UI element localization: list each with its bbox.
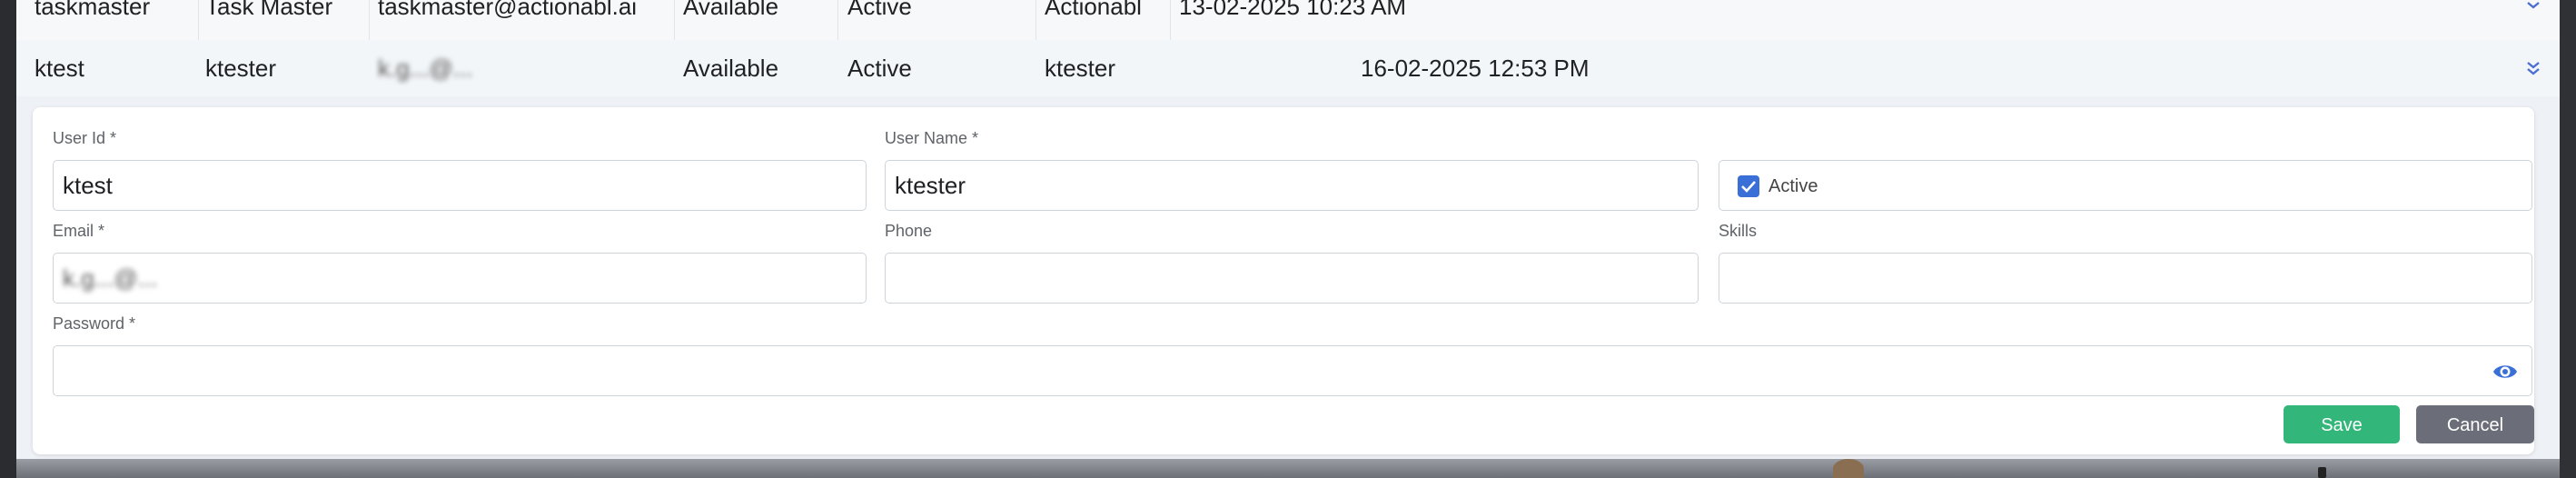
cancel-button[interactable]: Cancel [2416,405,2534,443]
edit-user-form: User Id * ktest User Name * ktester Acti… [33,107,2534,454]
more-icon [2318,467,2326,478]
cell-email: taskmaster@actionabl.ai [378,0,638,20]
cell-email: k.g...@... [378,55,473,82]
save-button[interactable]: Save [2284,405,2400,443]
table-row-expanded[interactable]: ktest ktester k.g...@... Available Activ… [16,40,2560,96]
check-icon [1741,181,1756,193]
chevron-double-down-icon[interactable] [2523,0,2543,15]
cell-user-name: ktester [205,55,277,82]
avatar [1833,459,1864,478]
active-label: Active [1769,176,1818,196]
eye-icon[interactable] [2492,359,2519,384]
right-edge [2560,0,2576,478]
email-value: k.g...@... [63,264,158,292]
chevron-double-down-icon[interactable] [2523,58,2543,78]
cell-status: Active [847,55,912,82]
cell-user-name: Task Master [205,0,333,20]
password-input[interactable] [53,345,2532,396]
app-frame: taskmaster Task Master taskmaster@action… [0,0,2576,478]
user-name-input[interactable]: ktester [885,160,1699,211]
cell-user-id: ktest [35,55,84,82]
phone-label: Phone [885,222,933,240]
cell-user-id: taskmaster [35,0,151,20]
left-edge [0,0,16,478]
skills-input[interactable] [1719,253,2532,304]
skills-label: Skills [1719,222,1758,240]
password-label: Password * [53,314,136,333]
column-divider [198,0,199,40]
table-row[interactable]: taskmaster Task Master taskmaster@action… [16,0,2560,41]
column-divider [674,0,675,40]
column-divider [1170,0,1171,40]
email-label: Email * [53,222,105,240]
email-input[interactable]: k.g...@... [53,253,867,304]
user-name-label: User Name * [885,129,979,147]
cell-created-by: ktester [1045,55,1116,82]
cell-created-at: 16-02-2025 12:53 PM [1361,55,1590,82]
cell-availability: Available [683,55,779,82]
user-id-input[interactable]: ktest [53,160,867,211]
user-id-label: User Id * [53,129,117,147]
cell-created-at: 13-02-2025 10:23 AM [1179,0,1407,20]
phone-input[interactable] [885,253,1699,304]
cell-created-by: Actionabl [1045,0,1142,20]
column-divider [837,0,838,40]
cell-status: Active [847,0,912,20]
active-checkbox-field[interactable]: Active [1719,160,2532,211]
column-divider [369,0,370,40]
cell-availability: Available [683,0,779,20]
bottom-overlay [16,459,2560,478]
column-divider [1035,0,1036,40]
active-checkbox[interactable] [1738,175,1759,197]
